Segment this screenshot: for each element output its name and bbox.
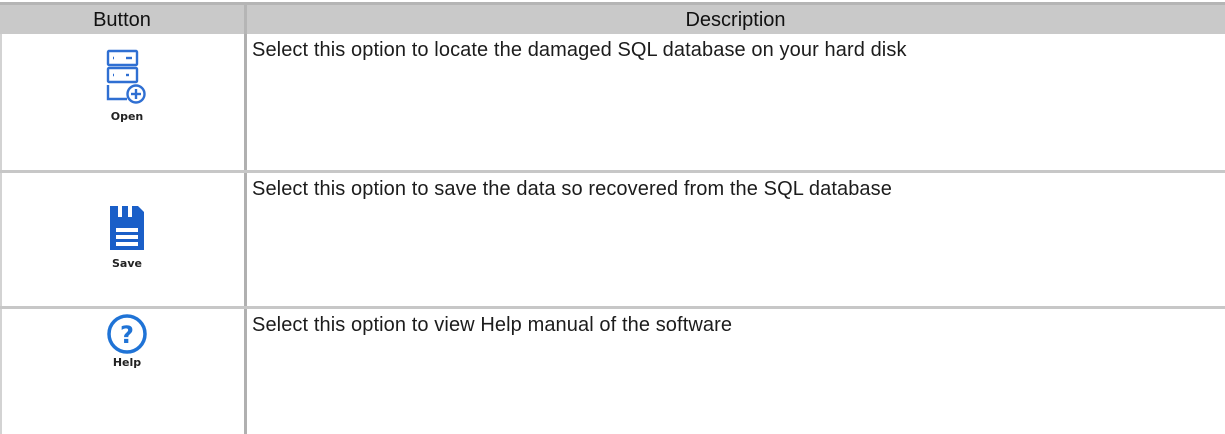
help-button[interactable]: ? Help bbox=[104, 311, 150, 401]
open-button[interactable]: Open bbox=[104, 48, 150, 138]
button-description-table: Button Description Open Select this opti… bbox=[0, 0, 1225, 434]
save-button[interactable]: Save bbox=[104, 206, 150, 296]
open-label: Open bbox=[110, 110, 144, 123]
button-cell: ? Help bbox=[0, 309, 244, 434]
header-description: Description bbox=[685, 9, 786, 31]
save-floppy-icon bbox=[110, 206, 144, 250]
button-cell: Open bbox=[0, 34, 244, 170]
help-question-icon: ? bbox=[107, 314, 147, 354]
save-label: Save bbox=[112, 257, 142, 270]
svg-text:?: ? bbox=[120, 321, 134, 349]
description-open: Select this option to locate the damaged… bbox=[252, 39, 907, 61]
open-database-icon bbox=[106, 49, 146, 104]
table-header: Button Description bbox=[0, 2, 1225, 34]
help-label: Help bbox=[112, 356, 142, 369]
table-row-save: Save Select this option to save the data… bbox=[0, 173, 1225, 309]
table-row-help: ? Help Select this option to view Help m… bbox=[0, 309, 1225, 434]
table-row-open: Open Select this option to locate the da… bbox=[0, 34, 1225, 173]
button-cell: Save bbox=[0, 173, 244, 306]
description-help: Select this option to view Help manual o… bbox=[252, 314, 733, 336]
description-save: Select this option to save the data so r… bbox=[252, 178, 892, 200]
header-button: Button bbox=[93, 9, 151, 31]
